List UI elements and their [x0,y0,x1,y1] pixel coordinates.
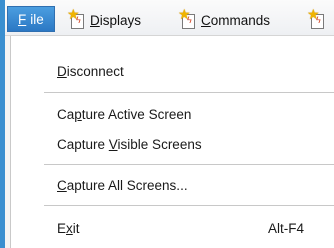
document-star-icon: ★ ϟ [67,7,86,29]
document-star-icon: ★ ϟ [178,7,197,29]
menu-item-capture-all-screens[interactable]: Capture All Screens... [57,178,188,193]
menu-displays[interactable]: ★ ϟ Displays [67,7,142,31]
menu-item-capture-visible-screens[interactable]: Capture Visible Screens [57,137,202,152]
menu-item-disconnect[interactable]: Disconnect [57,64,124,79]
menu-separator [44,92,334,93]
menu-item-exit[interactable]: Exit [57,221,80,236]
menu-file[interactable]: File [7,6,55,32]
menu-commands[interactable]: ★ ϟ Commands [178,7,271,31]
exit-shortcut: Alt-F4 [268,221,305,236]
menu-separator [44,205,334,206]
file-dropdown-menu: Disconnect Capture Active Screen Capture… [12,37,334,248]
menu-commands-label: Commands [201,12,271,28]
document-star-icon: ★ ϟ [307,7,326,29]
menu-bar: File ★ ϟ Displays ★ ϟ Commands ★ ϟ [5,0,334,36]
menu-separator [44,164,334,165]
menu-item-capture-active-screen[interactable]: Capture Active Screen [57,107,191,122]
window-border [5,36,11,248]
menu-displays-label: Displays [90,12,142,28]
menu-file-label: F [18,11,27,27]
menu-file-label-rest: ile [30,11,44,27]
menu-next-partial[interactable]: ★ ϟ [307,7,326,31]
